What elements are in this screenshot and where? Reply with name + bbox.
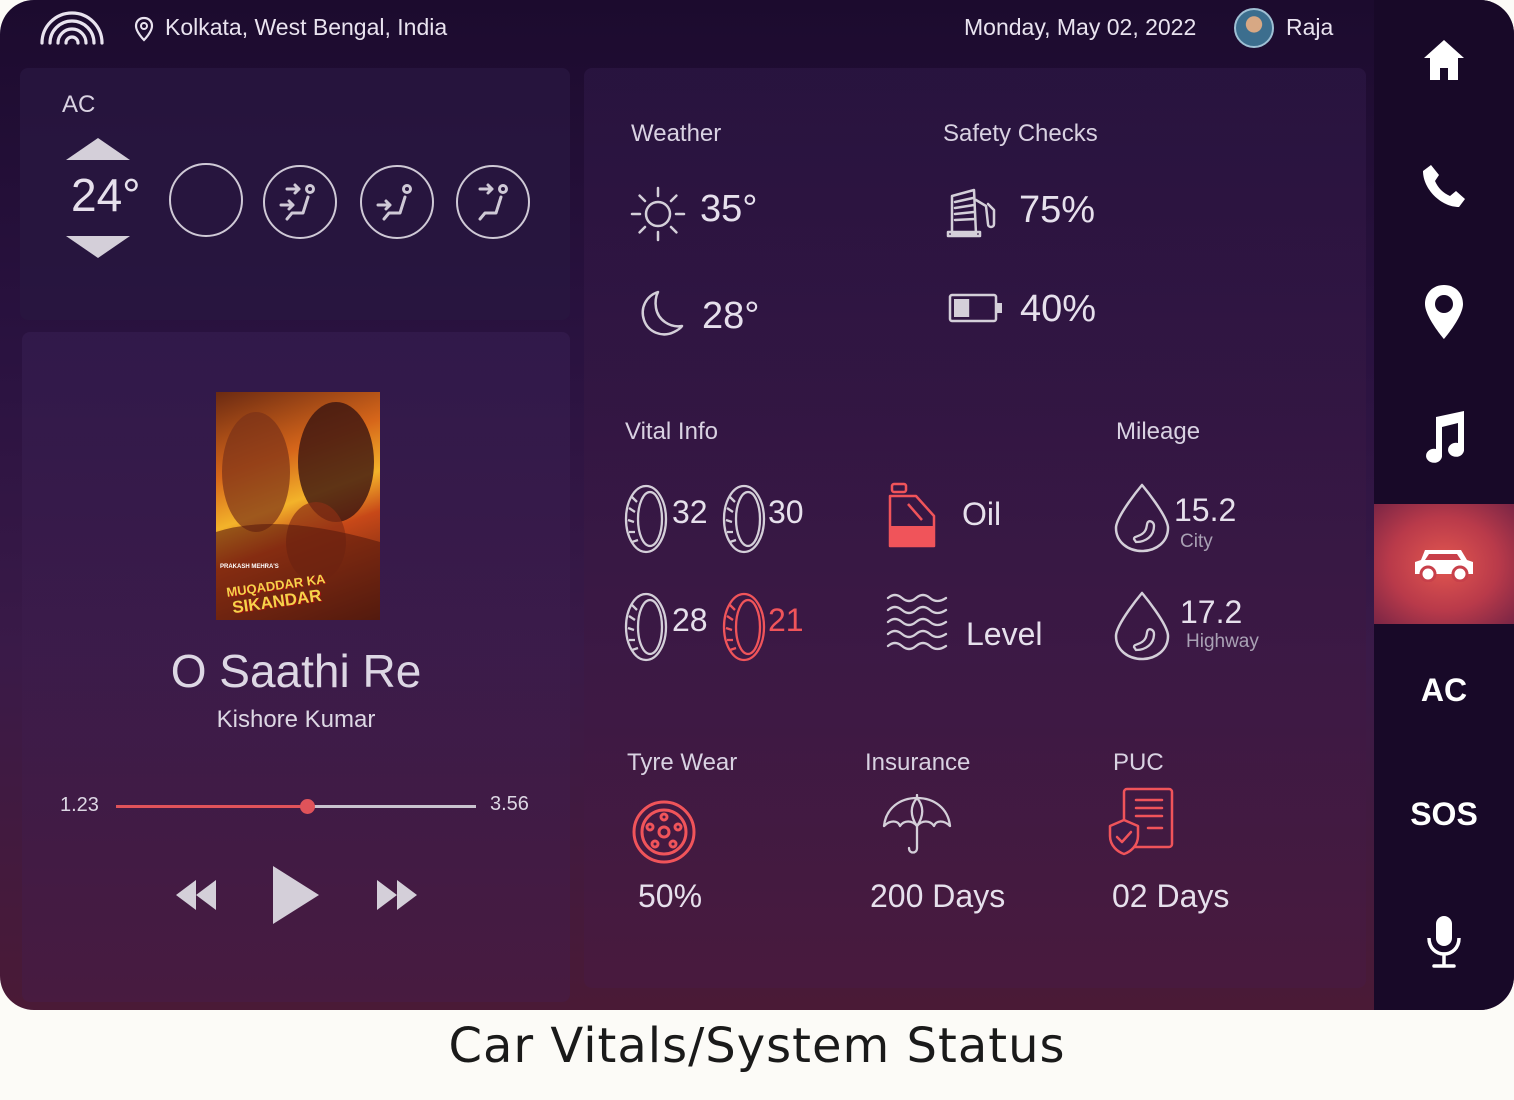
- mileage-highway-value: 17.2: [1180, 594, 1243, 630]
- water-level-icon: [886, 593, 948, 651]
- song-title: O Saathi Re: [170, 645, 422, 697]
- day-temperature: 35°: [700, 188, 758, 230]
- microphone-icon: [1427, 916, 1461, 968]
- location-text: Kolkata, West Bengal, India: [165, 14, 448, 40]
- ac-mode-face-button[interactable]: [456, 165, 530, 239]
- location-pin-icon: [134, 16, 154, 42]
- safety-checks-title: Safety Checks: [943, 120, 1098, 147]
- phone-icon: [1423, 165, 1465, 207]
- music-note-icon: [1426, 411, 1465, 463]
- ac-power-button[interactable]: [169, 163, 243, 237]
- tyre-rear-left-pressure: 28: [672, 602, 708, 638]
- oil-label: Oil: [962, 496, 1002, 532]
- sun-icon: [630, 186, 686, 242]
- sidebar-item-navigation[interactable]: [1374, 252, 1514, 372]
- tyre-front-right-pressure: 30: [768, 494, 804, 530]
- fuel-drop-city-icon: [1114, 483, 1170, 553]
- signal-arcs-icon: [40, 11, 104, 45]
- wheel-icon: [632, 800, 696, 864]
- avatar[interactable]: [1234, 8, 1274, 48]
- tyre-wear-title: Tyre Wear: [627, 749, 738, 776]
- user-name[interactable]: Raja: [1286, 14, 1333, 41]
- progress-track[interactable]: [116, 799, 476, 814]
- temperature-up-icon[interactable]: [66, 138, 130, 162]
- battery-icon: [948, 293, 1002, 323]
- certificate-icon: [1108, 787, 1174, 856]
- umbrella-icon: [882, 794, 952, 854]
- album-credit-text: PRAKASH MEHRA'S: [220, 564, 279, 570]
- sidebar-ac-label: AC: [1420, 671, 1468, 708]
- tyre-rear-right-pressure: 21: [768, 602, 804, 638]
- insurance-value: 200 Days: [870, 878, 1006, 914]
- seat-airflow-face-feet-icon: [279, 183, 315, 221]
- temperature-down-icon[interactable]: [66, 234, 130, 258]
- sidebar-item-voice[interactable]: [1374, 882, 1514, 1002]
- fuel-pump-icon: [946, 188, 996, 238]
- ac-temperature: 24°: [71, 169, 141, 221]
- level-label: Level: [966, 616, 1043, 652]
- mileage-highway-label: Highway: [1186, 631, 1259, 652]
- mileage-city-value: 15.2: [1174, 492, 1237, 528]
- progress-knob[interactable]: [299, 799, 315, 814]
- sidebar-item-phone[interactable]: [1374, 126, 1514, 246]
- fast-forward-icon[interactable]: [377, 880, 417, 910]
- rewind-icon[interactable]: [176, 880, 216, 910]
- vital-info-title: Vital Info: [625, 418, 718, 445]
- duration-time: 3.56: [490, 793, 529, 815]
- seat-airflow-face-icon: [478, 183, 508, 221]
- tyre-wear-value: 50%: [638, 878, 703, 914]
- map-pin-icon: [1425, 285, 1463, 339]
- ac-mode-face-feet-button[interactable]: [263, 165, 337, 239]
- infotainment-screen: Kolkata, West Bengal, India Monday, May …: [0, 0, 1514, 1010]
- elapsed-time: 1.23: [60, 794, 99, 816]
- tyre-front-left-icon: [624, 484, 668, 554]
- home-icon: [1424, 40, 1464, 80]
- album-art[interactable]: PRAKASH MEHRA'S MUQADDAR KA SIKANDAR: [216, 392, 380, 620]
- seat-airflow-feet-icon: [376, 184, 412, 221]
- fuel-level: 75%: [1019, 189, 1096, 231]
- weather-title: Weather: [631, 120, 722, 147]
- date-text: Monday, May 02, 2022: [964, 14, 1197, 40]
- tyre-front-right-icon: [722, 484, 766, 554]
- mileage-title: Mileage: [1116, 418, 1201, 445]
- sidebar-sos-label: SOS: [1410, 795, 1478, 832]
- sidebar-item-music[interactable]: [1374, 376, 1514, 496]
- sidebar-item-car-vitals[interactable]: [1374, 504, 1514, 624]
- tyre-front-left-pressure: 32: [672, 494, 708, 530]
- ac-mode-feet-button[interactable]: [360, 165, 434, 239]
- oil-can-icon: [888, 482, 936, 548]
- fuel-drop-highway-icon: [1114, 591, 1170, 661]
- puc-title: PUC: [1113, 749, 1164, 776]
- tyre-rear-left-icon: [624, 592, 668, 662]
- sidebar-item-sos[interactable]: SOS: [1374, 754, 1514, 874]
- play-icon[interactable]: [273, 866, 319, 924]
- puc-value: 02 Days: [1112, 878, 1230, 914]
- mileage-city-label: City: [1180, 531, 1213, 552]
- tyre-rear-right-icon: [722, 592, 766, 662]
- ac-title: AC: [62, 91, 96, 118]
- page-caption: Car Vitals/System Status: [448, 1018, 1066, 1074]
- sidebar-item-ac[interactable]: AC: [1374, 630, 1514, 750]
- car-icon: [1415, 550, 1473, 582]
- progress-fill: [116, 805, 307, 808]
- moon-icon: [641, 290, 684, 336]
- sidebar: AC SOS: [1374, 0, 1514, 1010]
- song-artist: Kishore Kumar: [216, 706, 376, 733]
- sidebar-item-home[interactable]: [1374, 0, 1514, 120]
- insurance-title: Insurance: [865, 749, 971, 776]
- battery-level: 40%: [1020, 288, 1097, 330]
- night-temperature: 28°: [702, 295, 760, 337]
